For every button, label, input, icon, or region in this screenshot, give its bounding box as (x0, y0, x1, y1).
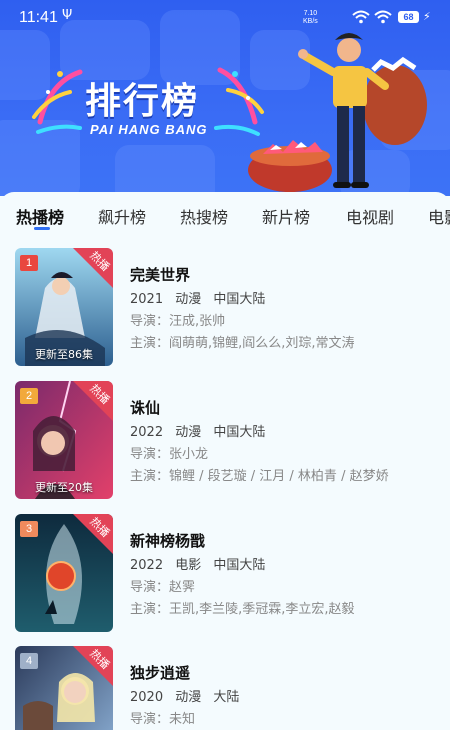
tab-new-release[interactable]: 新片榜 (262, 204, 310, 228)
network-speed-unit: KB/s (303, 18, 318, 25)
item-meta: 2020 动漫 大陆 (130, 686, 247, 705)
update-progress: 更新至20集 (35, 481, 93, 494)
item-director: 导演：汪成,张帅 (130, 314, 226, 329)
item-meta: 2021 动漫 中国大陆 (130, 288, 273, 307)
poster-image[interactable]: 2 热播 更新至20集 (15, 381, 113, 499)
update-progress: 更新至86集 (35, 348, 93, 361)
wifi-icon (352, 10, 370, 24)
poster-image[interactable]: 3 热播 (15, 514, 113, 632)
list-item[interactable]: 3 热播 新神榜杨戬 2022 电影 中国大陆 导演：赵霁 主演：王凯,李兰陵,… (0, 514, 450, 632)
active-tab-indicator (34, 227, 50, 230)
item-director: 导演：赵霁 (130, 580, 196, 595)
poster-image[interactable]: 1 热播 更新至86集 (15, 248, 113, 366)
item-region: 中国大陆 (213, 558, 266, 573)
item-meta: 2022 电影 中国大陆 (130, 554, 273, 573)
mascot-illustration (248, 33, 427, 192)
list-item[interactable]: 4 热播 独步逍遥 2020 动漫 大陆 导演：未知 (0, 646, 450, 730)
item-director: 导演：未知 (130, 712, 196, 727)
rank-badge: 2 (20, 388, 38, 404)
banner-tile (115, 145, 215, 196)
item-genre: 动漫 (175, 425, 202, 440)
charging-icon: ⚡ (423, 10, 431, 23)
item-year: 2020 (130, 690, 164, 705)
ranking-logo: 排行榜 PAI HANG BANG (30, 62, 265, 142)
item-meta: 2022 动漫 中国大陆 (130, 421, 273, 440)
ranking-tabs: 热播榜 飙升榜 热搜榜 新片榜 电视剧 电影 (0, 192, 450, 242)
item-director: 导演：张小龙 (130, 447, 209, 462)
poster-image[interactable]: 4 热播 (15, 646, 113, 730)
item-region: 中国大陆 (213, 292, 266, 307)
item-actors: 主演：王凯,李兰陵,季冠霖,李立宏,赵毅 (130, 602, 355, 617)
banner-title: 排行榜 (85, 81, 200, 122)
rank-badge: 4 (20, 653, 38, 669)
tab-hot-playing[interactable]: 热播榜 (16, 204, 64, 228)
item-actors: 主演：锦鲤 / 段艺璇 / 江月 / 林柏青 / 赵梦娇 (130, 469, 389, 484)
item-title[interactable]: 新神榜杨戬 (130, 530, 205, 551)
item-genre: 动漫 (175, 292, 202, 307)
item-region: 中国大陆 (213, 425, 266, 440)
header-banner: 11:41 Ψ 7.10 KB/s 68 ⚡ 排行榜 PAI HANG BANG (0, 0, 450, 196)
status-time: 11:41 (19, 9, 58, 26)
tab-tv-series[interactable]: 电视剧 (346, 204, 394, 228)
wifi-signal-icon (374, 10, 392, 24)
list-item[interactable]: 2 热播 更新至20集 诛仙 2022 动漫 中国大陆 导演：张小龙 主演：锦鲤… (0, 381, 450, 499)
tab-movie[interactable]: 电影 (428, 204, 450, 228)
banner-subtitle: PAI HANG BANG (90, 122, 208, 137)
battery-icon: 68 (398, 11, 419, 23)
tab-rising[interactable]: 飙升榜 (98, 204, 146, 228)
item-year: 2022 (130, 425, 164, 440)
tab-hot-search[interactable]: 热搜榜 (180, 204, 228, 228)
item-title[interactable]: 完美世界 (130, 264, 190, 285)
item-title[interactable]: 诛仙 (130, 397, 160, 418)
item-genre: 动漫 (175, 690, 202, 705)
rank-badge: 1 (20, 255, 38, 271)
item-title[interactable]: 独步逍遥 (130, 662, 190, 683)
item-year: 2022 (130, 558, 164, 573)
rank-badge: 3 (20, 521, 38, 537)
item-genre: 电影 (175, 558, 202, 573)
list-item[interactable]: 1 热播 更新至86集 完美世界 2021 动漫 中国大陆 导演：汪成,张帅 主… (0, 248, 450, 366)
usb-icon: Ψ (62, 8, 73, 23)
item-year: 2021 (130, 292, 164, 307)
item-actors: 主演：阎萌萌,锦鲤,阎么么,刘琮,常文涛 (130, 336, 355, 351)
network-speed-value: 7.10 (303, 10, 318, 17)
item-region: 大陆 (213, 690, 240, 705)
network-speed: 7.10 KB/s (303, 10, 318, 26)
